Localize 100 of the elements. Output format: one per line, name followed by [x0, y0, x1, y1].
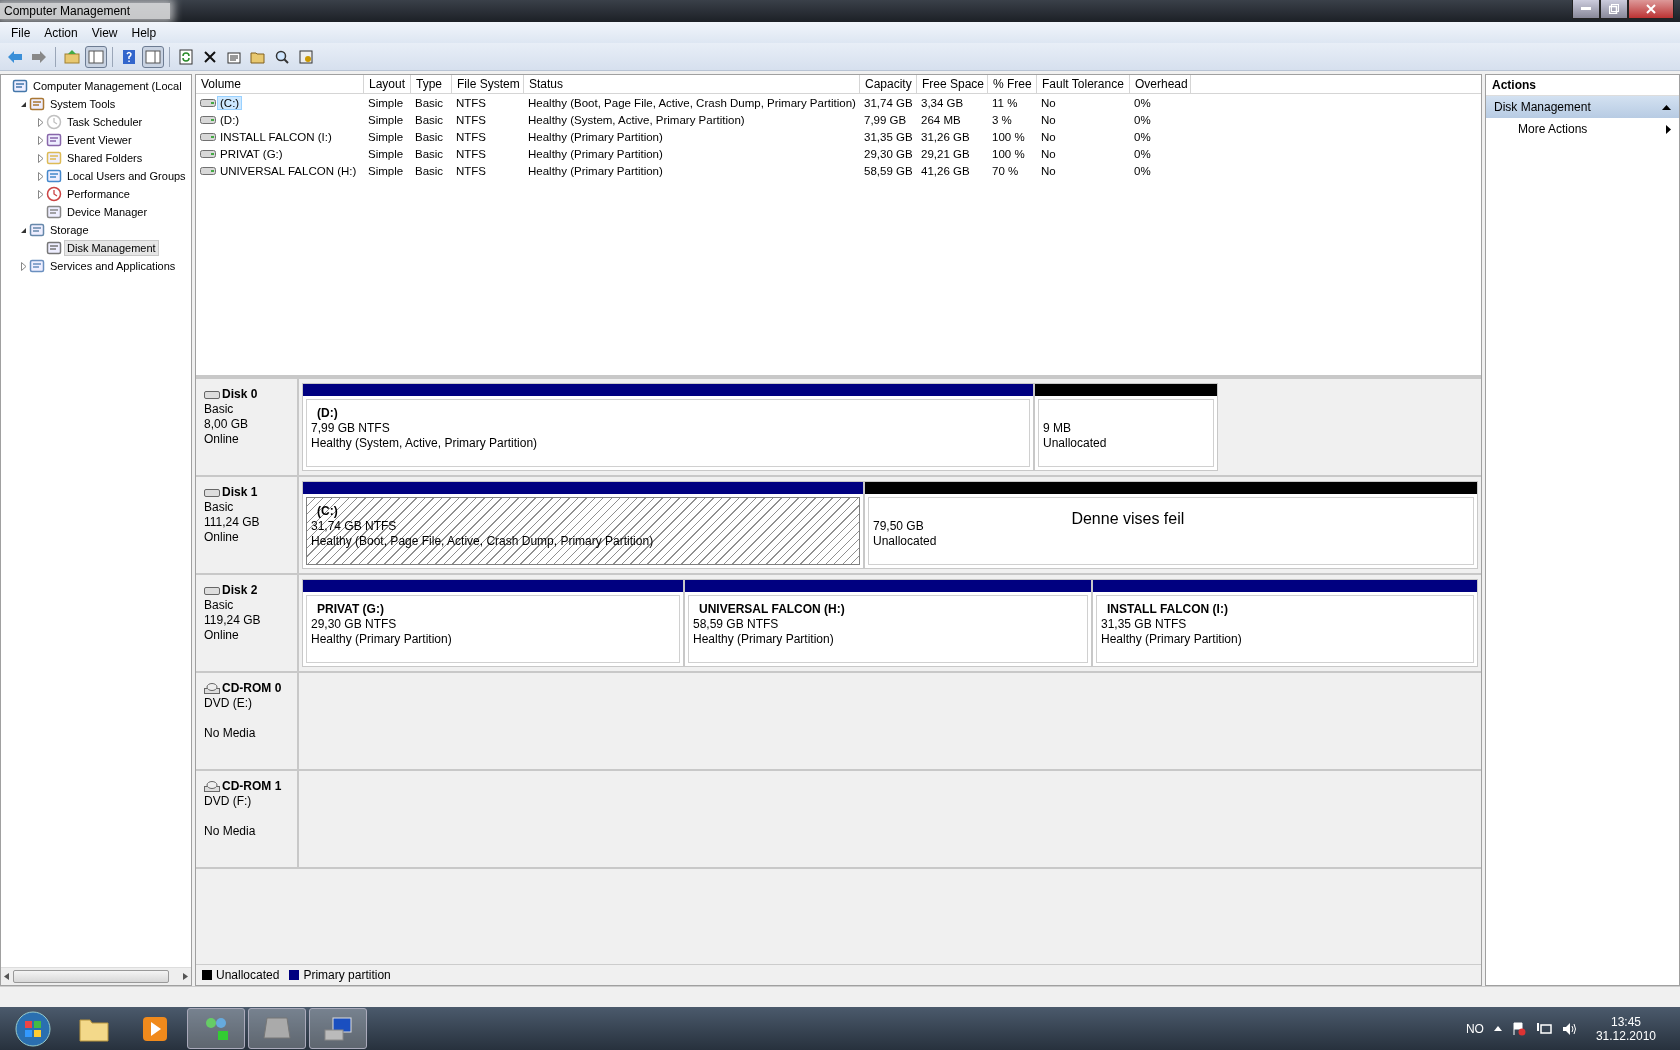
column-header[interactable]: Fault Tolerance	[1037, 75, 1130, 93]
column-header[interactable]: Overhead	[1130, 75, 1191, 93]
close-button[interactable]	[1628, 0, 1674, 19]
partition-size: 9 MB	[1043, 421, 1072, 436]
table-cell-text: Basic	[414, 113, 445, 126]
minimize-button[interactable]	[1572, 0, 1600, 19]
table-cell-text: Basic	[414, 96, 445, 109]
help-icon	[121, 48, 137, 65]
table-cell-text: Simple	[367, 96, 405, 109]
table-cell-text: 3 %	[991, 113, 1013, 126]
selected-volume-label[interactable]: (D:)	[217, 112, 243, 127]
table-cell-text: 100 %	[991, 130, 1026, 143]
selected-volume-label[interactable]: INSTALL FALCON (I:)	[217, 129, 335, 144]
expanded-arrow-icon[interactable]	[20, 100, 27, 108]
language-indicator[interactable]: NO	[1465, 1021, 1484, 1036]
tree-item[interactable]: Device Manager	[64, 204, 151, 220]
collapsed-arrow-icon[interactable]	[37, 189, 44, 199]
table-cell-text: 0%	[1133, 113, 1152, 126]
network-icon[interactable]	[1535, 1021, 1552, 1036]
table-cell-text: 7,99 GB	[863, 113, 908, 126]
disk-info: Online	[204, 432, 240, 447]
show-hidden-icons-caret-icon[interactable]	[1493, 1026, 1502, 1031]
menu-item[interactable]: File	[4, 25, 38, 40]
tree-item[interactable]: Performance	[64, 186, 133, 202]
menu-item[interactable]: Help	[124, 25, 164, 40]
collapsed-arrow-icon[interactable]	[37, 117, 44, 127]
selected-volume-label[interactable]: (C:)	[217, 95, 243, 110]
restore-button[interactable]	[1600, 0, 1628, 19]
partition-status: Healthy (Primary Partition)	[1101, 632, 1242, 647]
partition-name: UNIVERSAL FALCON (H:)	[698, 602, 845, 617]
clock-time[interactable]: 13:45	[1610, 1014, 1641, 1029]
partition-box[interactable]: (D:) 7,99 GB NTFS Healthy (System, Active, Primary Partition)	[306, 399, 1030, 467]
partition-box[interactable]: 9 MB Unallocated	[1038, 399, 1214, 467]
clock-date[interactable]: 31.12.2010	[1595, 1028, 1656, 1043]
column-header[interactable]: % Free	[988, 75, 1037, 93]
actions-group-header[interactable]: Disk Management	[1486, 96, 1679, 118]
partition-size: 7,99 GB NTFS	[311, 421, 391, 436]
table-cell-text: No	[1040, 113, 1057, 126]
table-cell-text: No	[1040, 147, 1057, 160]
legend-label: Unallocated	[216, 968, 280, 982]
tree-item[interactable]: Storage	[47, 222, 92, 238]
partition-status: Unallocated	[1043, 436, 1107, 451]
forward-arrow-icon	[31, 48, 47, 65]
minimize-icon	[1581, 7, 1591, 11]
table-cell-text: 31,74 GB	[863, 96, 914, 109]
partition-box[interactable]: 79,50 GB Unallocated Denne vises feil	[868, 497, 1474, 565]
partition-name: PRIVAT (G:)	[316, 602, 385, 617]
close-icon	[1646, 4, 1656, 14]
column-header[interactable]: Layout	[364, 75, 411, 93]
column-header[interactable]: Type	[411, 75, 452, 93]
table-cell-text: NTFS	[455, 164, 488, 177]
column-header[interactable]: Capacity	[860, 75, 917, 93]
tree-item[interactable]: Task Scheduler	[64, 114, 146, 130]
menu-item[interactable]: View	[84, 25, 125, 40]
tree-item[interactable]: Computer Management (Local	[30, 78, 185, 94]
disk-name: Disk 2	[204, 583, 297, 598]
collapsed-arrow-icon[interactable]	[20, 261, 27, 271]
menu-item[interactable]: Action	[37, 25, 85, 40]
expanded-arrow-icon[interactable]	[20, 226, 27, 234]
partition-box[interactable]: INSTALL FALCON (I:) 31,35 GB NTFS Healthy (Primary Partition)	[1096, 595, 1474, 663]
collapsed-arrow-icon[interactable]	[37, 153, 44, 163]
tree-item[interactable]: Event Viewer	[64, 132, 135, 148]
partition-size: 58,59 GB NTFS	[693, 617, 780, 632]
partition-name: (C:)	[316, 504, 339, 519]
disk-info: Basic	[204, 402, 235, 417]
refresh-icon	[178, 48, 194, 65]
selected-volume-label[interactable]: PRIVAT (G:)	[217, 146, 286, 161]
tree-item[interactable]: Local Users and Groups	[64, 168, 189, 184]
column-header[interactable]: Status	[524, 75, 860, 93]
partition-box[interactable]: (C:) 31,74 GB NTFS Healthy (Boot, Page File, Active, Crash Dump, Primary Partition)	[306, 497, 860, 565]
scrollbar-thumb[interactable]	[13, 970, 169, 983]
speaker-icon[interactable]	[1561, 1021, 1578, 1036]
column-header[interactable]: Volume	[196, 75, 364, 93]
table-cell-text: No	[1040, 164, 1057, 177]
collapsed-arrow-icon[interactable]	[37, 135, 44, 145]
partition-status: Healthy (Primary Partition)	[693, 632, 835, 647]
selected-volume-label[interactable]: UNIVERSAL FALCON (H:)	[217, 163, 360, 178]
table-cell-text: Simple	[367, 130, 405, 143]
disk-info: DVD (E:)	[204, 696, 253, 711]
column-header[interactable]: Free Space	[917, 75, 988, 93]
tree-item[interactable]: Services and Applications	[47, 258, 179, 274]
partition-box[interactable]: UNIVERSAL FALCON (H:) 58,59 GB NTFS Healthy (Primary Partition)	[688, 595, 1088, 663]
disk-info: 111,24 GB	[204, 515, 261, 530]
table-cell-text: Basic	[414, 130, 445, 143]
collapsed-arrow-icon[interactable]	[37, 171, 44, 181]
disk-info: 119,24 GB	[204, 613, 262, 628]
disk-name: Disk 0	[204, 387, 297, 402]
flag-icon[interactable]	[1511, 1021, 1526, 1036]
tree-item[interactable]: Shared Folders	[64, 150, 146, 166]
action-item[interactable]: More Actions	[1486, 118, 1679, 140]
action-pane-icon	[145, 48, 161, 65]
column-header[interactable]: File System	[452, 75, 524, 93]
table-cell-text: 70 %	[991, 164, 1020, 177]
scroll-right-icon[interactable]	[183, 973, 188, 980]
table-cell-text: 0%	[1133, 164, 1152, 177]
partition-box[interactable]: PRIVAT (G:) 29,30 GB NTFS Healthy (Primary Partition)	[306, 595, 680, 663]
tree-item[interactable]: Disk Management	[64, 240, 159, 256]
scroll-left-icon[interactable]	[4, 973, 9, 980]
tree-item[interactable]: System Tools	[47, 96, 119, 112]
table-cell-text: NTFS	[455, 96, 488, 109]
